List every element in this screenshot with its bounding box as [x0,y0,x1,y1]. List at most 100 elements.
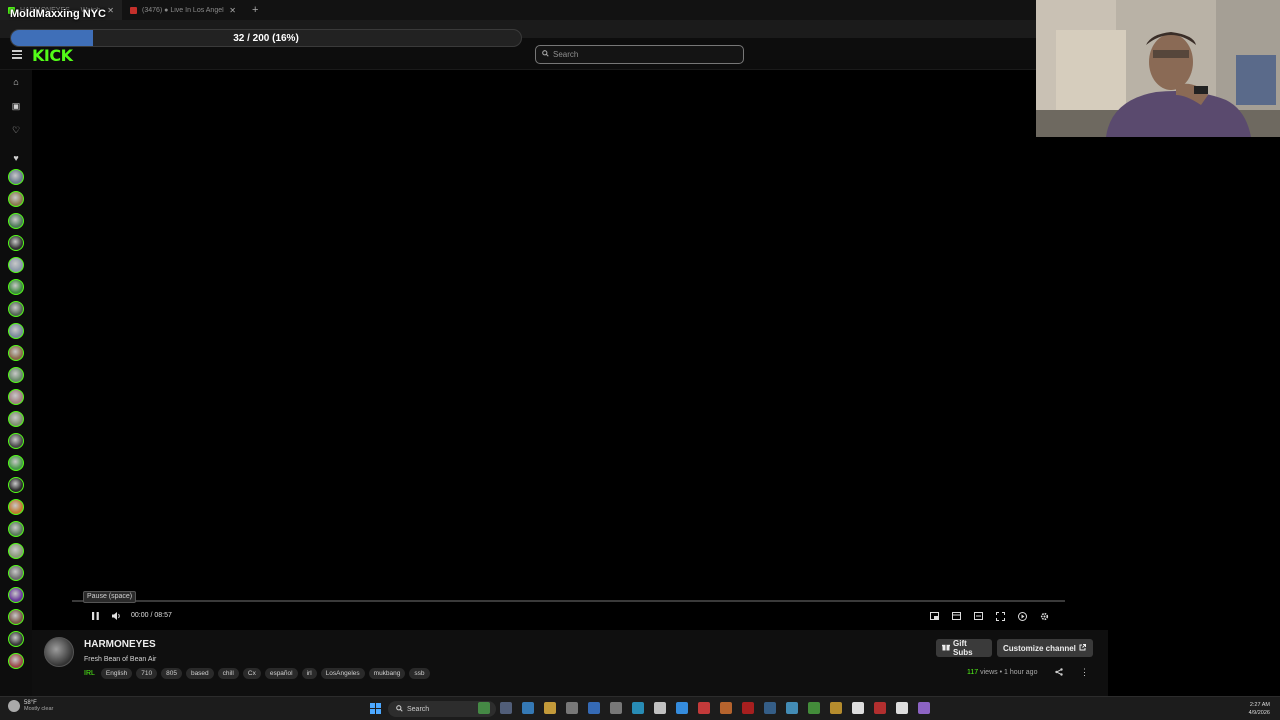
fullscreen-icon[interactable] [994,610,1006,622]
close-tab-icon[interactable]: ✕ [229,6,236,15]
taskbar-app-icon[interactable] [698,702,710,714]
taskbar-app-icon[interactable] [786,702,798,714]
start-button[interactable] [370,703,381,714]
customize-channel-button[interactable]: Customize channel [997,639,1093,657]
tag-pill[interactable]: irl [301,668,317,679]
followed-channel-avatar[interactable] [8,587,24,603]
followed-channel-avatar[interactable] [8,631,24,647]
view-count: 117 views • 1 hour ago [967,669,1037,676]
followed-channel-avatar[interactable] [8,169,24,185]
new-tab-button[interactable]: + [244,4,258,16]
stream-overlay-title: MoldMaxxing NYC [10,8,106,20]
taskbar-app-icon[interactable] [632,702,644,714]
followed-channel-avatar[interactable] [8,411,24,427]
followed-channel-avatar[interactable] [8,279,24,295]
taskbar-app-icon[interactable] [522,702,534,714]
more-options-icon[interactable]: ⋮ [1080,667,1089,678]
sidebar: ⌂ ▣ ♡ ♥ [0,70,32,696]
taskbar-app-icon[interactable] [720,702,732,714]
search-input[interactable] [553,50,733,59]
followed-channel-avatar[interactable] [8,213,24,229]
taskbar-app-icon[interactable] [654,702,666,714]
taskbar-app-icon[interactable] [566,702,578,714]
followed-channel-avatar[interactable] [8,521,24,537]
seek-bar[interactable] [72,600,1065,602]
followed-channel-avatar[interactable] [8,235,24,251]
tag-pill[interactable]: LosAngeles [320,668,365,679]
channel-avatar[interactable] [44,637,74,667]
taskbar-app-icon[interactable] [808,702,820,714]
clock-time: 2:27 AM [1249,702,1270,708]
webcam-video [1036,0,1280,137]
weather-widget[interactable]: 58°F Mostly clear [8,700,53,712]
followed-channel-avatar[interactable] [8,477,24,493]
taskbar-app-icon[interactable] [588,702,600,714]
followed-channel-avatar[interactable] [8,367,24,383]
tag-pill[interactable]: Cx [242,668,261,679]
taskbar-app-icon[interactable] [874,702,886,714]
system-clock[interactable]: 2:27 AM 4/9/2026 [1249,701,1270,717]
followed-channel-avatar[interactable] [8,609,24,625]
favorites-icon[interactable]: ♥ [10,152,22,164]
captions-icon[interactable] [972,610,984,622]
pause-button[interactable] [89,610,101,622]
tag-pill[interactable]: English [100,668,133,679]
category-link[interactable]: IRL [84,670,95,677]
taskbar-app-icon[interactable] [610,702,622,714]
following-icon[interactable]: ♡ [10,124,22,136]
followed-channel-avatar[interactable] [8,433,24,449]
search-field[interactable] [535,45,744,64]
tag-pill[interactable]: 805 [161,668,182,679]
kick-logo[interactable]: KICK [32,46,73,65]
followed-channel-avatar[interactable] [8,389,24,405]
time-ago: 1 hour ago [1004,669,1038,676]
search-icon [542,50,549,59]
taskbar-app-icon[interactable] [676,702,688,714]
tag-pill[interactable]: mukbang [368,668,406,679]
followed-channel-avatar[interactable] [8,455,24,471]
gift-subs-button[interactable]: Gift Subs [936,639,992,657]
browser-tab-bar: HARMONEYES — Watch the VOD on Kick ✕ (34… [0,0,1036,20]
followed-channel-avatar[interactable] [8,565,24,581]
clock-date: 4/9/2026 [1248,710,1270,716]
followed-channel-avatar[interactable] [8,653,24,669]
taskbar-app-icon[interactable] [544,702,556,714]
share-icon[interactable] [1055,668,1063,678]
taskbar-app-icon[interactable] [896,702,908,714]
browse-icon[interactable]: ▣ [10,100,22,112]
separator: • [999,669,1003,676]
home-icon[interactable]: ⌂ [10,76,22,88]
tag-pill[interactable]: chill [217,668,239,679]
tag-pill[interactable]: based [185,668,214,679]
taskbar-app-icon[interactable] [852,702,864,714]
theater-icon[interactable] [950,610,962,622]
followed-channel-avatar[interactable] [8,323,24,339]
channel-name[interactable]: HARMONEYES [84,639,156,650]
goal-progress-text: 32 / 200 (16%) [233,33,299,44]
close-tab-icon[interactable]: ✕ [107,6,114,15]
followed-channel-avatar[interactable] [8,301,24,317]
tag-pill[interactable]: ssb [409,668,430,679]
taskbar-app-icon[interactable] [742,702,754,714]
speed-icon[interactable] [1016,610,1028,622]
settings-icon[interactable] [1038,610,1050,622]
menu-icon[interactable] [12,50,22,59]
tag-pill[interactable]: español [264,668,298,679]
tag-pill[interactable]: 710 [136,668,158,679]
followed-channel-avatar[interactable] [8,345,24,361]
taskbar-app-icon[interactable] [830,702,842,714]
taskbar-app-icon[interactable] [764,702,776,714]
followed-channel-avatar[interactable] [8,543,24,559]
mini-player-icon[interactable] [928,610,940,622]
taskbar-app-icon[interactable] [918,702,930,714]
followed-channel-avatar[interactable] [8,191,24,207]
stream-title: Fresh Bean of Bean Air [84,656,157,663]
view-count-number: 117 [967,669,979,676]
followed-channel-avatar[interactable] [8,257,24,273]
volume-icon[interactable] [110,610,122,622]
video-player[interactable] [32,70,1108,628]
followed-channel-avatar[interactable] [8,499,24,515]
browser-tab-youtube[interactable]: (3476) ● Live In Los Angeles! | R ✕ [122,0,244,20]
taskbar-app-icon[interactable] [478,702,490,714]
taskbar-app-icon[interactable] [500,702,512,714]
